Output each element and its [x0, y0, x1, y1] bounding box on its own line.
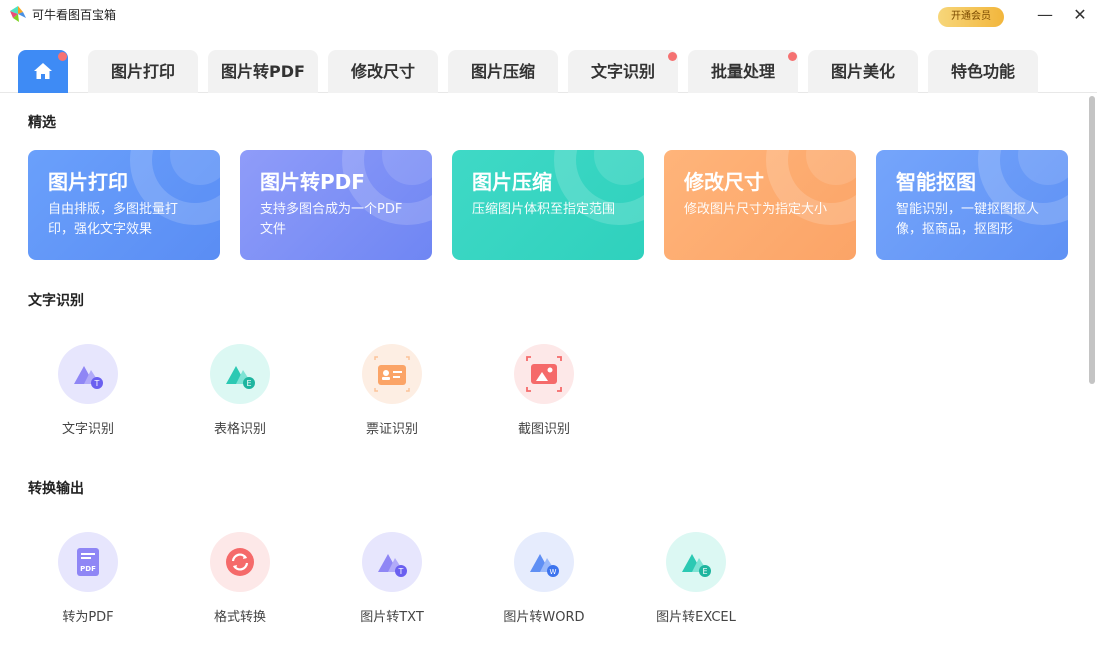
card-resize[interactable]: 修改尺寸 修改图片尺寸为指定大小: [664, 150, 856, 260]
card-title: 智能抠图: [896, 170, 976, 194]
card-title: 图片转PDF: [260, 170, 365, 194]
tool-label: 票证识别: [365, 422, 418, 437]
tool-id-card-recognition[interactable]: 票证识别: [332, 344, 452, 444]
card-desc: 智能识别，一键抠图抠人像，抠商品，抠图形: [896, 202, 1040, 237]
section-title-ocr: 文字识别: [28, 293, 84, 309]
tool-image-to-excel[interactable]: E 图片转EXCEL: [636, 532, 756, 632]
tool-label: 表格识别: [213, 422, 266, 437]
table-recognition-icon: E: [226, 366, 255, 389]
image-to-txt-icon: T: [378, 554, 407, 577]
minimize-button[interactable]: —: [1034, 4, 1056, 26]
tool-label: 图片转TXT: [360, 610, 424, 625]
card-title: 修改尺寸: [684, 170, 764, 194]
tool-table-recognition[interactable]: E 表格识别: [180, 344, 300, 444]
tool-text-recognition[interactable]: T 文字识别: [28, 344, 148, 444]
tool-label: 格式转换: [213, 610, 266, 625]
card-desc: 自由排版，多图批量打印，强化文字效果: [48, 202, 179, 237]
vip-button[interactable]: 开通会员: [938, 7, 1004, 27]
screenshot-recognition-icon: [526, 356, 562, 392]
tab-resize[interactable]: 修改尺寸: [328, 50, 438, 93]
tool-image-to-txt[interactable]: T 图片转TXT: [332, 532, 452, 632]
card-image-to-pdf[interactable]: 图片转PDF 支持多图合成为一个PDF文件: [240, 150, 432, 260]
scrollbar[interactable]: [1089, 96, 1095, 384]
tool-format-convert[interactable]: 格式转换: [180, 532, 300, 632]
tab-special[interactable]: 特色功能: [928, 50, 1038, 93]
home-icon: [34, 63, 52, 79]
tool-screenshot-recognition[interactable]: 截图识别: [484, 344, 604, 444]
text-recognition-icon: T: [74, 366, 103, 389]
tool-to-pdf[interactable]: PDF 转为PDF: [28, 532, 148, 632]
tab-compress[interactable]: 图片压缩: [448, 50, 558, 93]
notification-dot: [668, 52, 677, 61]
title-bar: 可牛看图百宝箱 开通会员 — ✕: [0, 0, 1097, 30]
app-title: 可牛看图百宝箱: [32, 8, 117, 22]
app-logo-icon: [10, 6, 26, 22]
tab-home[interactable]: [18, 50, 68, 93]
card-compress[interactable]: 图片压缩 压缩图片体积至指定范围: [452, 150, 644, 260]
svg-text:E: E: [246, 379, 251, 388]
tab-text-recognition[interactable]: 文字识别: [568, 50, 678, 93]
pdf-icon: PDF: [77, 548, 99, 576]
notification-dot: [58, 52, 67, 61]
tab-image-to-pdf[interactable]: 图片转PDF: [208, 50, 318, 93]
card-desc: 支持多图合成为一个PDF文件: [260, 202, 403, 237]
card-title: 图片压缩: [472, 170, 552, 194]
tool-label: 截图识别: [517, 422, 570, 437]
card-smart-cutout[interactable]: 智能抠图 智能识别，一键抠图抠人像，抠商品，抠图形: [876, 150, 1068, 260]
tool-label: 图片转EXCEL: [656, 610, 736, 625]
tool-image-to-word[interactable]: W 图片转WORD: [484, 532, 604, 632]
section-title-featured: 精选: [28, 115, 56, 131]
svg-text:T: T: [398, 567, 404, 576]
section-title-convert: 转换输出: [28, 481, 84, 497]
card-desc: 修改图片尺寸为指定大小: [684, 202, 828, 217]
notification-dot: [788, 52, 797, 61]
tool-label: 图片转WORD: [503, 610, 585, 625]
tool-label: 文字识别: [61, 422, 114, 437]
image-to-excel-icon: E: [682, 554, 711, 577]
card-desc: 压缩图片体积至指定范围: [472, 202, 616, 217]
tab-beautify[interactable]: 图片美化: [808, 50, 918, 93]
close-button[interactable]: ✕: [1069, 4, 1091, 26]
svg-text:W: W: [550, 568, 557, 576]
svg-text:T: T: [94, 379, 100, 388]
id-card-recognition-icon: [374, 356, 410, 392]
card-image-print[interactable]: 图片打印 自由排版，多图批量打印，强化文字效果: [28, 150, 220, 260]
svg-text:PDF: PDF: [80, 565, 96, 573]
tool-label: 转为PDF: [62, 610, 114, 625]
card-title: 图片打印: [48, 170, 128, 194]
svg-text:E: E: [702, 567, 707, 576]
tab-bar: 图片打印 图片转PDF 修改尺寸 图片压缩 文字识别 批量处理 图片美化 特色功…: [0, 50, 1097, 93]
tab-batch[interactable]: 批量处理: [688, 50, 798, 93]
image-to-word-icon: W: [530, 554, 559, 577]
tab-image-print[interactable]: 图片打印: [88, 50, 198, 93]
format-convert-icon: [226, 548, 254, 576]
